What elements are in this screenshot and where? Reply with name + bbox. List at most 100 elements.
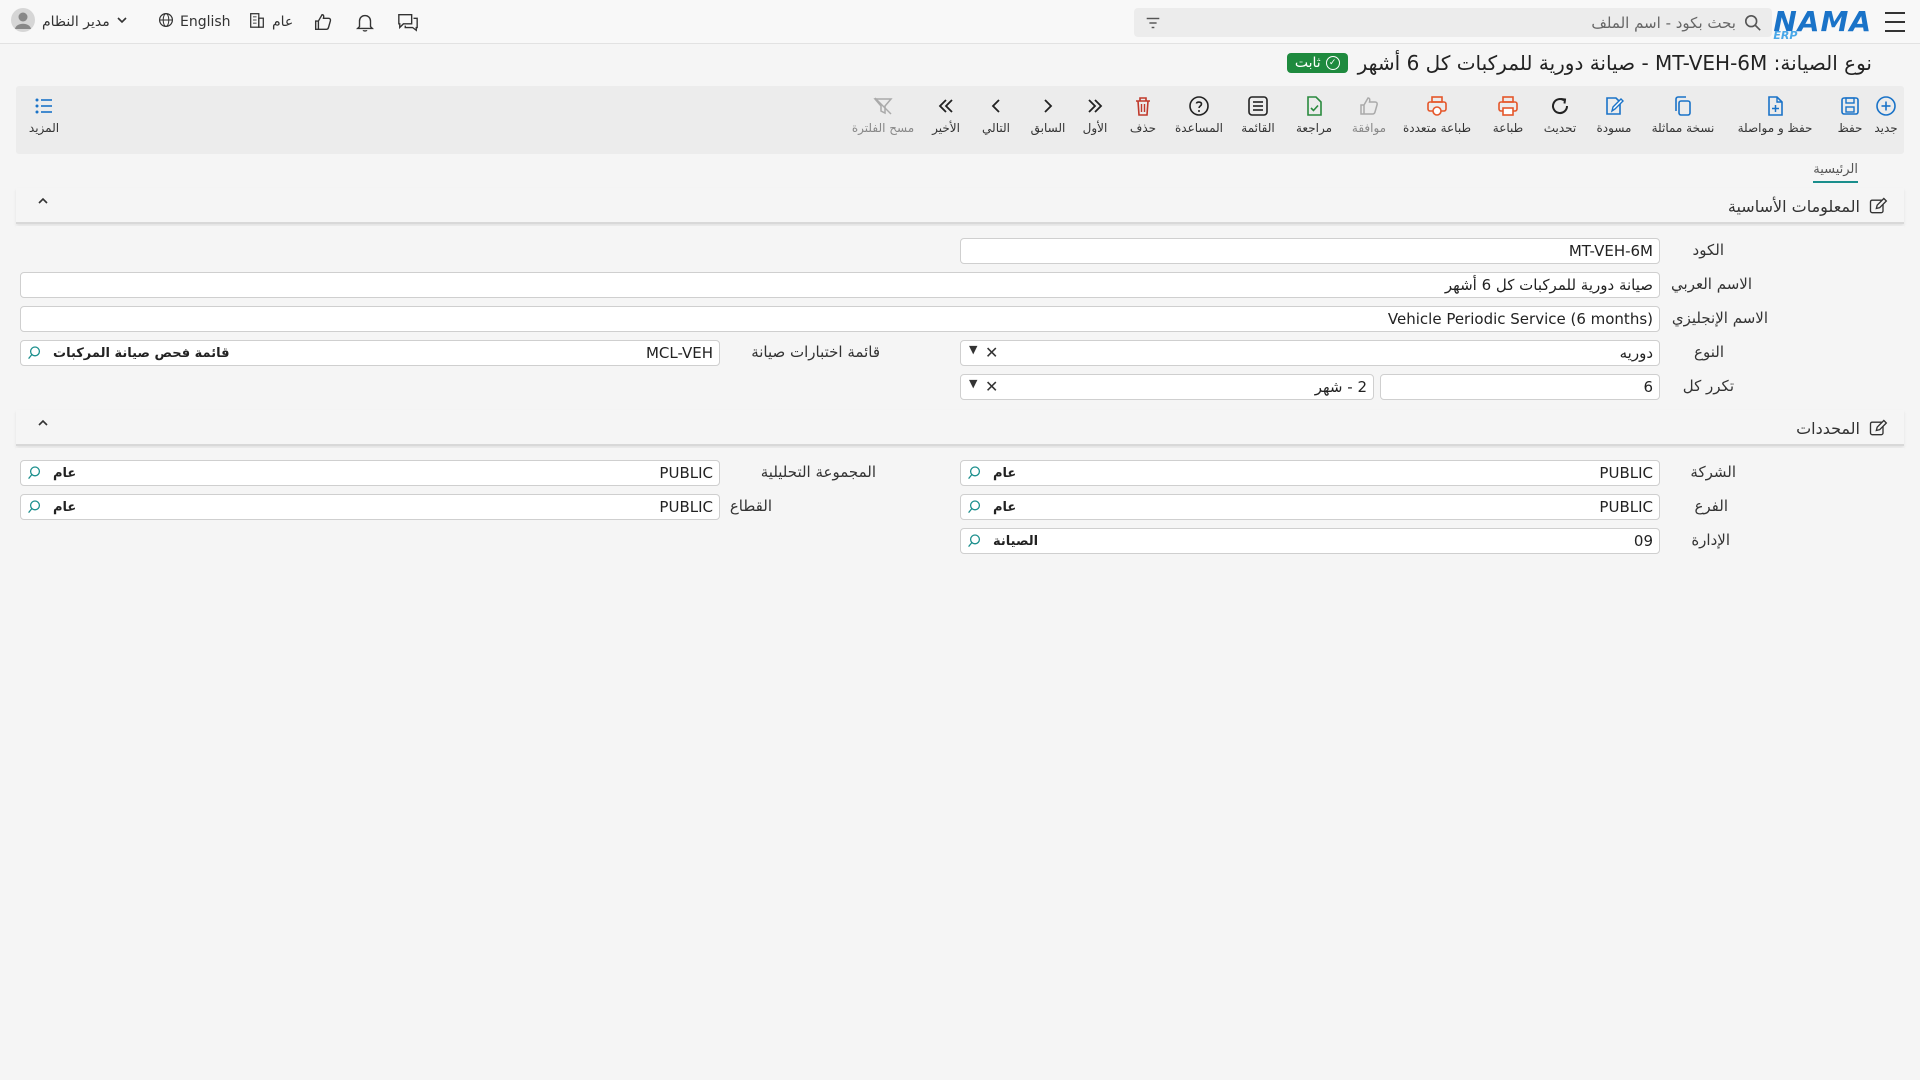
english-name-field[interactable]: Vehicle Periodic Service (6 months) [20,306,1660,332]
refresh-button[interactable]: تحديث [1540,94,1580,135]
draft-label: مسودة [1596,121,1632,135]
checklist-label: قائمة اختبارات صيانة [751,343,880,361]
first-label: الأول [1082,121,1108,135]
basic-info-header[interactable]: المعلومات الأساسية [16,188,1904,224]
company-code: PUBLIC [1599,464,1653,482]
dimensions-header[interactable]: المحددات [16,410,1904,446]
repeat-unit-select[interactable]: 2 - شهر ✕ ▼ [960,374,1374,400]
print-label: طباعة [1492,121,1524,135]
filter-icon[interactable] [1144,14,1162,32]
arabic-name-value: صيانة دورية للمركبات كل 6 أشهر [1444,276,1653,294]
help-button[interactable]: المساعدة [1174,94,1224,135]
draft-button[interactable]: مسودة [1592,94,1636,135]
first-button[interactable]: الأول [1080,94,1110,135]
multi-print-button[interactable]: طباعة متعددة [1400,94,1474,135]
clear-icon[interactable]: ✕ [985,377,998,396]
chat-icon[interactable] [396,8,420,36]
sector-label: القطاع [729,497,772,515]
code-label: الكود [1692,241,1724,259]
save-icon [1841,97,1859,115]
company-switch[interactable]: عام [248,8,293,36]
next-button[interactable]: التالي [978,94,1014,135]
analytic-group-field[interactable]: PUBLIC عام [20,460,720,486]
lookup-search-icon[interactable] [27,465,43,485]
review-button[interactable]: مراجعة [1294,94,1334,135]
lookup-search-icon[interactable] [27,345,43,365]
lookup-search-icon[interactable] [27,499,43,519]
branch-name: عام [993,499,1017,515]
lookup-search-icon[interactable] [967,465,983,485]
clear-icon[interactable]: ✕ [985,343,998,362]
delete-button[interactable]: حذف [1128,94,1158,135]
print-button[interactable]: طباعة [1488,94,1528,135]
status-badge: ✓ ثابت [1286,53,1348,73]
section-title: المعلومات الأساسية [1728,196,1888,216]
arabic-name-field[interactable]: صيانة دورية للمركبات كل 6 أشهر [20,272,1660,298]
draft-edit-icon [1606,97,1624,115]
trash-icon [1136,97,1150,116]
building-icon [248,11,266,33]
thumbs-up-icon [1360,97,1378,115]
approve-button[interactable]: موافقة [1348,94,1390,135]
repeat-value-field[interactable]: 6 [1380,374,1660,400]
checklist-field[interactable]: MCL-VEH قائمة فحص صيانة المركبات [20,340,720,366]
analytic-group-code: PUBLIC [659,464,713,482]
like-icon[interactable] [312,8,334,36]
search-box [1134,8,1772,37]
lookup-search-icon[interactable] [967,499,983,519]
top-actions: مدير النظام English عام [10,8,430,36]
save-button[interactable]: حفظ [1832,94,1868,135]
previous-button[interactable]: السابق [1028,94,1068,135]
type-label: النوع [1694,343,1724,361]
search-input[interactable] [1162,13,1744,32]
tab-main[interactable]: الرئيسية [1813,162,1858,183]
new-button[interactable]: جديد [1868,94,1904,135]
sector-field[interactable]: PUBLIC عام [20,494,720,520]
analytic-group-name: عام [53,465,77,481]
app-logo[interactable]: NAMA ERP [1773,4,1872,43]
analytic-group-label: المجموعة التحليلية [760,463,876,481]
more-label: المزيد [28,121,60,135]
code-field[interactable]: MT-VEH-6M [960,238,1660,264]
repeat-value: 6 [1643,378,1653,396]
lookup-search-icon[interactable] [967,533,983,553]
search-icon[interactable] [1744,14,1762,32]
chevron-up-icon[interactable] [36,194,50,212]
title-row: نوع الصيانة: MT-VEH-6M - صيانة دورية للم… [1286,48,1872,78]
list-label: القائمة [1241,121,1275,135]
globe-icon [158,12,174,32]
user-menu[interactable]: مدير النظام [10,8,128,36]
company-name: عام [993,465,1017,481]
department-code: 09 [1633,532,1653,550]
chevrons-left-icon [938,99,953,113]
caret-down-icon[interactable]: ▼ [969,343,977,356]
more-button[interactable]: المزيد [26,94,62,135]
bell-icon[interactable] [354,8,376,36]
sector-name: عام [53,499,77,515]
company-field[interactable]: PUBLIC عام [960,460,1660,486]
checklist-code: MCL-VEH [645,344,713,362]
basic-info-title: المعلومات الأساسية [1727,196,1860,216]
duplicate-button[interactable]: نسخة مماثلة [1646,94,1720,135]
check-circle-icon: ✓ [1325,56,1340,70]
caret-down-icon[interactable]: ▼ [969,377,977,390]
basic-info-body: الكود MT-VEH-6M الاسم العربي صيانة دورية… [16,226,1904,408]
last-button[interactable]: الأخير [928,94,964,135]
english-name-value: Vehicle Periodic Service (6 months) [1387,310,1653,328]
language-switch[interactable]: English [158,8,231,36]
help-icon [1189,96,1209,116]
menu-icon[interactable] [1884,12,1906,32]
branch-field[interactable]: PUBLIC عام [960,494,1660,520]
tab-strip: الرئيسية [16,158,1904,188]
multi-printer-icon [1427,96,1447,116]
arabic-name-label: الاسم العربي [1671,275,1752,293]
type-select[interactable]: دوريه ✕ ▼ [960,340,1660,366]
company-label: الشركة [1690,463,1736,481]
help-label: المساعدة [1174,121,1224,135]
chevron-up-icon[interactable] [36,416,50,434]
save-continue-button[interactable]: حفظ و مواصلة [1730,94,1820,135]
list-button[interactable]: القائمة [1238,94,1278,135]
chevrons-right-icon [1088,99,1103,113]
clear-filter-button[interactable]: مسح الفلترة [848,94,918,135]
department-field[interactable]: 09 الصيانة [960,528,1660,554]
